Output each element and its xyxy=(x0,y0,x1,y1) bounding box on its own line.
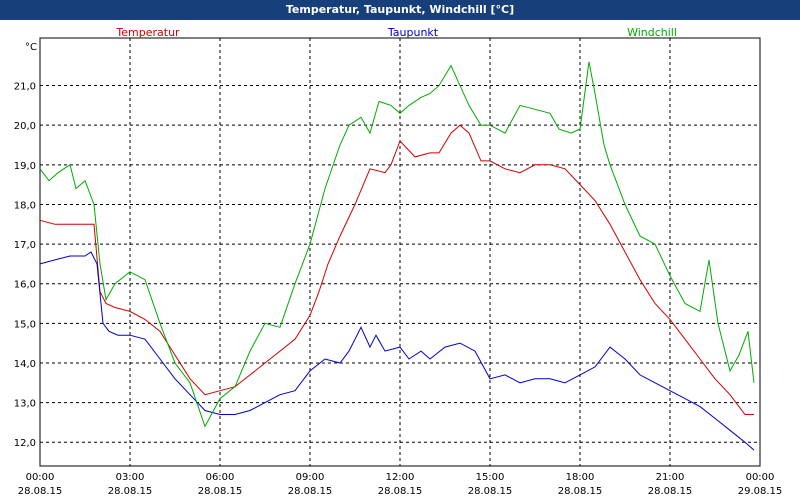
x-tick-time: 09:00 xyxy=(296,472,325,483)
chart-area: 12,0 13,0 14,0 15,0 16,0 17,0 18,0 19,0 20,0 21,0… xyxy=(14,26,783,497)
x-tick-date: 28.08.15 xyxy=(378,486,423,497)
x-axis-ticks: 00:00 28.08.15 03:00 28.08.15 06:00 28.08.15 0… xyxy=(18,472,783,497)
legend-windchill: Windchill xyxy=(627,26,677,39)
x-tick-date: 28.08.15 xyxy=(558,486,603,497)
x-tick-time: 18:00 xyxy=(566,472,595,483)
series-lines xyxy=(39,61,755,451)
y-tick-label: 14,0 xyxy=(14,359,36,370)
x-tick-date: 29.08.15 xyxy=(738,486,783,497)
x-tick-time: 06:00 xyxy=(206,472,235,483)
y-tick-label: 17,0 xyxy=(14,240,36,251)
x-tick-time: 15:00 xyxy=(476,472,505,483)
y-tick-label: 16,0 xyxy=(14,280,36,291)
x-tick-date: 28.08.15 xyxy=(468,486,513,497)
x-tick-time: 00:00 xyxy=(746,472,775,483)
plot-frame xyxy=(39,37,761,467)
series-line-temperatur xyxy=(39,124,754,415)
y-tick-label: 13,0 xyxy=(14,399,36,410)
x-tick-time: 12:00 xyxy=(386,472,415,483)
y-tick-label: 20,0 xyxy=(14,121,36,132)
chart-title: Temperatur, Taupunkt, Windchill [°C] xyxy=(0,0,800,20)
x-tick-time: 03:00 xyxy=(116,472,145,483)
x-tick-time: 00:00 xyxy=(26,472,55,483)
y-tick-label: 15,0 xyxy=(14,319,36,330)
x-tick-time: 21:00 xyxy=(656,472,685,483)
y-tick-label: 21,0 xyxy=(14,82,36,93)
y-tick-label: 19,0 xyxy=(14,161,36,172)
x-tick-date: 28.08.15 xyxy=(648,486,693,497)
x-tick-date: 28.08.15 xyxy=(18,486,63,497)
y-axis-label: °C xyxy=(25,42,37,53)
series-line-taupunkt xyxy=(39,251,755,451)
y-tick-label: 18,0 xyxy=(14,200,36,211)
legend: Temperatur Taupunkt Windchill xyxy=(115,26,677,39)
y-tick-label: 12,0 xyxy=(14,438,36,449)
y-axis-ticks: 12,0 13,0 14,0 15,0 16,0 17,0 18,0 19,0 20,0 21,0 xyxy=(14,82,36,450)
grid-lines xyxy=(40,38,760,466)
legend-taupunkt: Taupunkt xyxy=(387,26,439,39)
x-tick-date: 28.08.15 xyxy=(288,486,333,497)
x-tick-date: 28.08.15 xyxy=(198,486,243,497)
x-tick-date: 28.08.15 xyxy=(108,486,153,497)
legend-temperatur: Temperatur xyxy=(115,26,180,39)
